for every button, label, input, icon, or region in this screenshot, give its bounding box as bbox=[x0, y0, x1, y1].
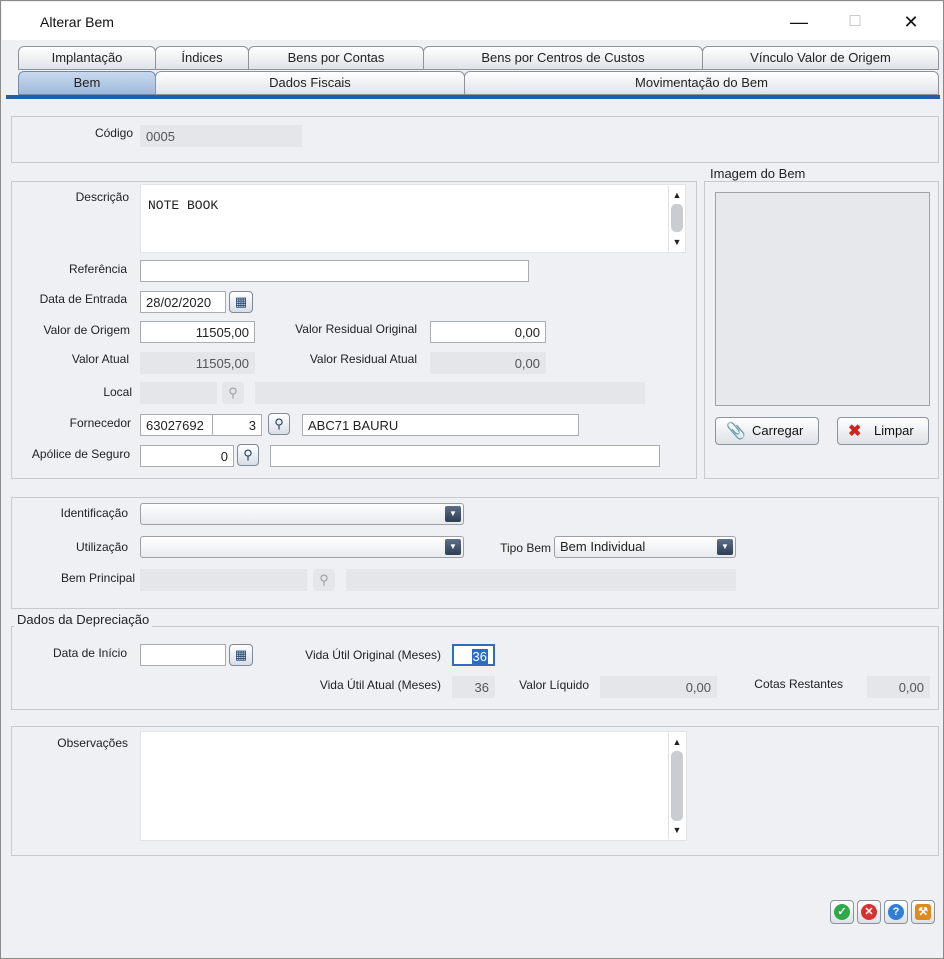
scroll-up-icon[interactable]: ▲ bbox=[669, 735, 685, 749]
valor-liquido-label: Valor Líquido bbox=[519, 678, 589, 692]
valor-atual-label: Valor Atual bbox=[71, 352, 129, 366]
tab-indices[interactable]: Índices bbox=[155, 46, 249, 70]
valor-origem-field[interactable]: 11505,00 bbox=[140, 321, 255, 343]
identificacao-label: Identificação bbox=[60, 506, 128, 520]
tools-button[interactable]: ⚒ bbox=[911, 900, 935, 924]
tipo-bem-label: Tipo Bem bbox=[500, 541, 551, 555]
fornecedor-seq-field[interactable]: 3 bbox=[212, 414, 262, 436]
valor-residual-atual-label: Valor Residual Atual bbox=[309, 352, 417, 366]
carregar-button[interactable]: 📎 Carregar bbox=[715, 417, 819, 445]
scroll-up-icon[interactable]: ▲ bbox=[669, 188, 685, 202]
cotas-restantes-label: Cotas Restantes bbox=[754, 677, 843, 691]
search-icon[interactable]: ⚲ bbox=[222, 382, 244, 404]
tab-dados-fiscais[interactable]: Dados Fiscais bbox=[155, 71, 465, 95]
utilizacao-label: Utilização bbox=[75, 540, 128, 554]
data-entrada-label: Data de Entrada bbox=[39, 292, 127, 306]
check-icon: ✓ bbox=[834, 904, 850, 920]
codigo-label: Código bbox=[94, 126, 133, 140]
observacoes-scrollbar[interactable]: ▲ ▼ bbox=[668, 733, 685, 839]
search-icon[interactable]: ⚲ bbox=[268, 413, 290, 435]
tab-bens-por-centros-de-custos[interactable]: Bens por Centros de Custos bbox=[423, 46, 703, 70]
ok-button[interactable]: ✓ bbox=[830, 900, 854, 924]
bem-principal-label: Bem Principal bbox=[60, 571, 135, 585]
chevron-down-icon: ▼ bbox=[445, 506, 461, 522]
descricao-scrollbar[interactable]: ▲ ▼ bbox=[668, 186, 685, 251]
cancel-icon: ✕ bbox=[861, 904, 877, 920]
tab-vinculo-valor-origem[interactable]: Vínculo Valor de Origem bbox=[702, 46, 939, 70]
identificacao-select[interactable]: ▼ bbox=[140, 503, 464, 525]
limpar-button[interactable]: ✖ Limpar bbox=[837, 417, 929, 445]
valor-residual-original-field[interactable]: 0,00 bbox=[430, 321, 546, 343]
apolice-desc-field[interactable] bbox=[270, 445, 660, 467]
local-field[interactable] bbox=[140, 382, 217, 404]
descricao-text: NOTE BOOK bbox=[148, 198, 219, 213]
valor-residual-atual-field[interactable]: 0,00 bbox=[430, 352, 546, 374]
vida-util-original-field[interactable]: 36 bbox=[452, 644, 495, 666]
fornecedor-name-field[interactable]: ABC71 BAURU bbox=[302, 414, 579, 436]
valor-residual-original-label: Valor Residual Original bbox=[295, 322, 417, 336]
search-icon[interactable]: ⚲ bbox=[313, 569, 335, 591]
cotas-restantes-field[interactable]: 0,00 bbox=[867, 676, 930, 698]
search-icon[interactable]: ⚲ bbox=[237, 444, 259, 466]
dialog-window: Alterar Bem — ☐ ✕ Implantação Índices Be… bbox=[0, 0, 944, 959]
bem-principal-desc-field[interactable] bbox=[346, 569, 736, 591]
descricao-textarea[interactable]: NOTE BOOK bbox=[140, 184, 686, 253]
valor-origem-label: Valor de Origem bbox=[43, 323, 130, 337]
scroll-thumb[interactable] bbox=[671, 204, 683, 232]
tipo-bem-value: Bem Individual bbox=[560, 539, 646, 554]
title-bar: Alterar Bem — ☐ ✕ bbox=[2, 2, 943, 40]
cancel-button[interactable]: ✕ bbox=[857, 900, 881, 924]
tab-bens-por-contas[interactable]: Bens por Contas bbox=[248, 46, 424, 70]
paperclip-icon: 📎 bbox=[726, 423, 746, 440]
tab-implantacao[interactable]: Implantação bbox=[18, 46, 156, 70]
tab-strip-divider bbox=[6, 95, 940, 99]
referencia-label: Referência bbox=[68, 262, 127, 276]
imagem-bem-legend: Imagem do Bem bbox=[707, 166, 809, 181]
data-inicio-label: Data de Início bbox=[52, 646, 127, 660]
calendar-icon[interactable]: ▦ bbox=[229, 291, 253, 313]
utilizacao-select[interactable]: ▼ bbox=[140, 536, 464, 558]
codigo-field[interactable]: 0005 bbox=[140, 125, 302, 147]
help-button[interactable]: ? bbox=[884, 900, 908, 924]
local-desc-field[interactable] bbox=[255, 382, 645, 404]
observacoes-textarea[interactable] bbox=[140, 731, 687, 841]
imagem-bem-preview bbox=[715, 192, 930, 406]
tipo-bem-select[interactable]: Bem Individual ▼ bbox=[554, 536, 736, 558]
limpar-button-label: Limpar bbox=[874, 423, 914, 438]
local-label: Local bbox=[103, 385, 132, 399]
x-icon: ✖ bbox=[848, 423, 862, 440]
wrench-icon: ⚒ bbox=[915, 904, 931, 920]
vida-util-original-label: Vida Útil Original (Meses) bbox=[305, 648, 441, 662]
minimize-button[interactable]: — bbox=[782, 8, 816, 36]
depreciacao-legend: Dados da Depreciação bbox=[14, 612, 153, 627]
valor-atual-field[interactable]: 11505,00 bbox=[140, 352, 255, 374]
fornecedor-code-field[interactable]: 63027692 bbox=[140, 414, 213, 436]
chevron-down-icon: ▼ bbox=[717, 539, 733, 555]
apolice-field[interactable]: 0 bbox=[140, 445, 234, 467]
data-inicio-field[interactable] bbox=[140, 644, 226, 666]
calendar-icon[interactable]: ▦ bbox=[229, 644, 253, 666]
help-icon: ? bbox=[888, 904, 904, 920]
scroll-down-icon[interactable]: ▼ bbox=[669, 823, 685, 837]
vida-util-original-value: 36 bbox=[471, 649, 488, 664]
window-title: Alterar Bem bbox=[40, 14, 114, 30]
carregar-button-label: Carregar bbox=[752, 423, 804, 438]
close-button[interactable]: ✕ bbox=[894, 8, 928, 36]
data-entrada-field[interactable]: 28/02/2020 bbox=[140, 291, 226, 313]
valor-liquido-field[interactable]: 0,00 bbox=[600, 676, 717, 698]
maximize-button[interactable]: ☐ bbox=[838, 8, 872, 36]
vida-util-atual-field[interactable]: 36 bbox=[452, 676, 495, 698]
descricao-label: Descrição bbox=[75, 190, 129, 204]
tab-movimentacao-do-bem[interactable]: Movimentação do Bem bbox=[464, 71, 939, 95]
chevron-down-icon: ▼ bbox=[445, 539, 461, 555]
vida-util-atual-label: Vida Útil Atual (Meses) bbox=[319, 678, 441, 692]
apolice-label: Apólice de Seguro bbox=[31, 447, 130, 461]
fornecedor-label: Fornecedor bbox=[69, 416, 131, 430]
tab-bem[interactable]: Bem bbox=[18, 71, 156, 95]
scroll-down-icon[interactable]: ▼ bbox=[669, 235, 685, 249]
bem-principal-field[interactable] bbox=[140, 569, 307, 591]
scroll-thumb[interactable] bbox=[671, 751, 683, 821]
observacoes-label: Observações bbox=[57, 736, 128, 750]
referencia-field[interactable] bbox=[140, 260, 529, 282]
